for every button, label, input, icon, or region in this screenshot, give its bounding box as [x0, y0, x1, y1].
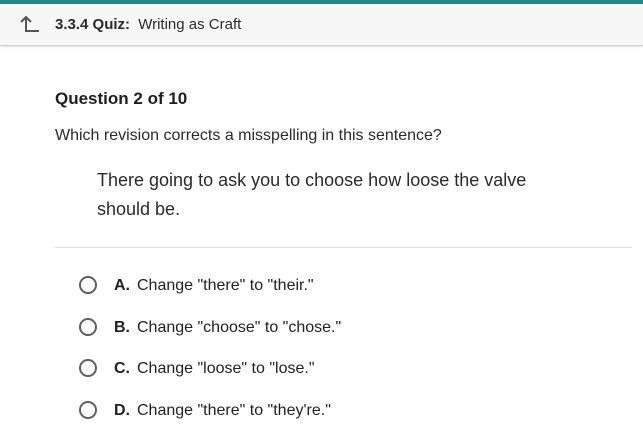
question-prompt: Which revision corrects a misspelling in… [55, 127, 442, 144]
option-text: Change "choose" to "chose." [137, 318, 342, 336]
option-text: Change "there" to "their." [137, 277, 314, 294]
option-letter: C. [114, 360, 130, 377]
option-a[interactable]: A. Change "there" to "their." [79, 272, 619, 314]
question-counter: Question 2 of 10 [55, 89, 188, 108]
option-text: Change "loose" to "lose." [137, 360, 315, 377]
option-letter: D. [114, 401, 130, 419]
option-letter: A. [114, 277, 130, 294]
divider [55, 247, 632, 248]
back-arrow-icon[interactable] [19, 15, 41, 34]
option-letter: B. [114, 318, 130, 336]
question-sentence: There going to ask you to choose how loo… [97, 170, 527, 219]
radio-button[interactable] [79, 359, 97, 377]
option-text: Change "there" to "they're." [137, 401, 331, 419]
quiz-header: 3.3.4 Quiz: Writing as Craft [0, 4, 643, 46]
lesson-title: Writing as Craft [138, 16, 242, 33]
answer-options: A. Change "there" to "their." B. Change … [79, 272, 619, 438]
option-c[interactable]: C. Change "loose" to "lose." [79, 355, 619, 397]
lesson-number: 3.3.4 [55, 16, 89, 33]
option-b[interactable]: B. Change "choose" to "chose." [79, 314, 619, 356]
radio-button[interactable] [79, 317, 97, 336]
header-title: 3.3.4 Quiz: Writing as Craft [55, 16, 241, 34]
radio-button[interactable] [79, 276, 97, 294]
lesson-type: Quiz: [92, 16, 131, 33]
option-d[interactable]: D. Change "there" to "they're." [79, 397, 619, 439]
radio-button[interactable] [79, 400, 97, 419]
